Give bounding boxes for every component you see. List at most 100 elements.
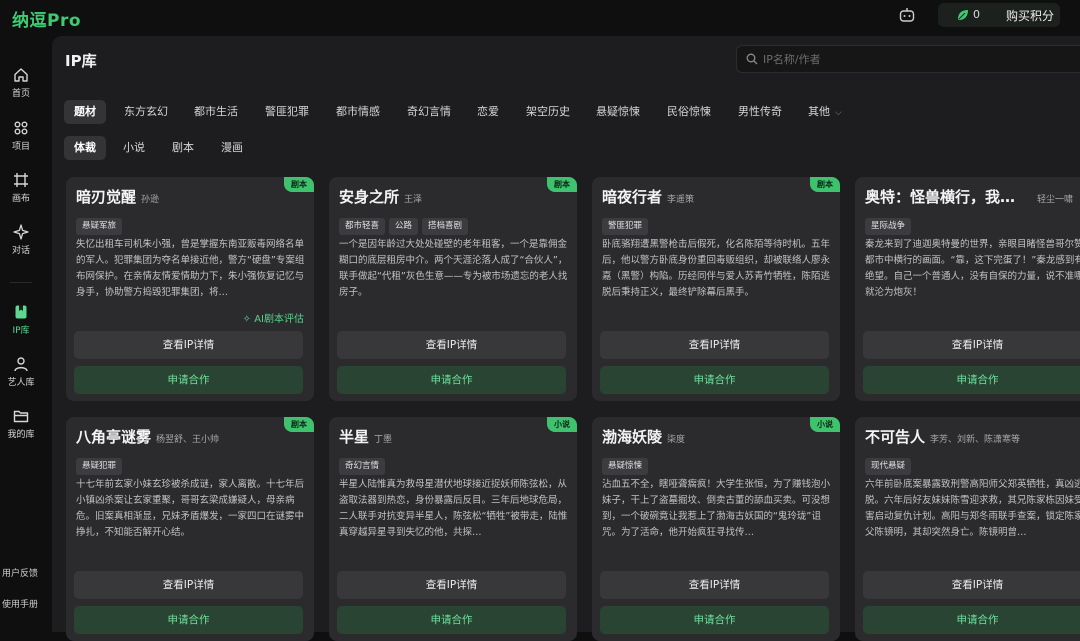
format-badge: 剧本: [284, 417, 314, 432]
robot-icon[interactable]: [898, 6, 916, 24]
ip-author: 孙逊: [141, 195, 160, 205]
folder-icon: [13, 410, 29, 423]
tag-list: 星际战争: [865, 213, 915, 235]
ip-author: 柒度: [667, 435, 686, 445]
ip-title: 渤海妖陵: [602, 428, 663, 446]
ip-card[interactable]: 小说 渤海妖陵 柒度 悬疑惊悚 沾血五不全，瞎哑聋瘸疯！大学生张恒，为了赚钱泡小妹…: [592, 417, 840, 641]
genre-tag: 奇幻言情: [339, 458, 386, 475]
apply-cooperation-button[interactable]: 申请合作: [337, 366, 566, 394]
apply-cooperation-button[interactable]: 申请合作: [863, 366, 1080, 394]
ip-card[interactable]: 不可告人 李芳、刘新、陈潇寒等 现代悬疑 六年前卧底案暴露致刑警高阳师父郑英牺牲，…: [855, 417, 1080, 641]
format-chip-label[interactable]: 体裁: [64, 136, 106, 160]
view-details-button[interactable]: 查看IP详情: [74, 331, 303, 359]
view-details-button[interactable]: 查看IP详情: [74, 571, 303, 599]
genre-tag: 星际战争: [865, 218, 912, 235]
ip-card[interactable]: 剧本 安身之所 王泽 都市轻喜 公路 搭档喜剧 一个是因年龄过大处处碰壁的老年租客，一…: [329, 177, 577, 401]
ip-author: 王泽: [404, 195, 423, 205]
tag-list: 都市轻喜 公路 搭档喜剧: [339, 213, 472, 235]
card-title: 暗刃觉醒 孙逊: [76, 186, 159, 207]
genre-chip[interactable]: 悬疑惊悚: [596, 100, 640, 124]
view-details-button[interactable]: 查看IP详情: [337, 331, 566, 359]
format-badge: 小说: [810, 417, 840, 432]
sidebar-item-label: 对话: [11, 246, 30, 256]
genre-more-dropdown[interactable]: 其他 ⌵: [808, 100, 842, 124]
sidebar-item-label: 画布: [11, 194, 30, 204]
genre-chip[interactable]: 都市生活: [194, 100, 238, 124]
credits-widget[interactable]: 0 购买积分: [938, 3, 1060, 27]
sidebar-item-artist-library[interactable]: 艺人库: [0, 356, 42, 388]
genre-chip[interactable]: 奇幻言情: [407, 100, 451, 124]
sidebar-item-canvas[interactable]: 画布: [0, 172, 42, 204]
ip-card[interactable]: 剧本 暗夜行者 李遥策 警匪犯罪 卧底骆翔遭黑警枪击后假死，化名陈陌等待时机。五年…: [592, 177, 840, 401]
view-details-button[interactable]: 查看IP详情: [863, 331, 1080, 359]
card-title: 暗夜行者 李遥策: [602, 186, 694, 207]
genre-chip-label: 其他: [808, 105, 830, 118]
genre-tag: 公路: [389, 218, 419, 235]
ip-description: 半星人陆惟真为救母星潜伏地球接近捉妖师陈弦松，从盗取法器到热恋，身份暴露后反目。…: [339, 479, 568, 538]
genre-chip-label[interactable]: 题材: [64, 100, 106, 124]
ip-title: 八角亭谜雾: [76, 428, 152, 446]
view-details-button[interactable]: 查看IP详情: [600, 331, 829, 359]
app-logo[interactable]: 纳逗Pro: [12, 6, 81, 31]
genre-chip[interactable]: 恋爱: [477, 100, 499, 124]
ip-card[interactable]: 奥特：怪兽横行，我… 轻尘一啸 星际战争 秦龙来到了迪迦奥特曼的世界，亲眼目睹怪兽…: [855, 177, 1080, 401]
ip-description: 沾血五不全，瞎哑聋瘸疯！大学生张恒，为了赚钱泡小妹子，干上了盗墓掘坟、倒卖古董的…: [602, 479, 831, 538]
ip-author: 轻尘一啸: [1037, 195, 1074, 205]
genre-tag: 悬疑犯罪: [76, 458, 123, 475]
ip-title: 暗夜行者: [602, 188, 663, 206]
search-box[interactable]: [736, 45, 1080, 73]
ip-description: 秦龙来到了迪迦奥特曼的世界，亲眼目睹怪兽哥尔赞于都市中横行的画面。“靠，这下完蛋…: [865, 239, 1080, 298]
tag-list: 奇幻言情: [339, 453, 389, 475]
ip-description: 六年前卧底案暴露致刑警高阳师父郑英牺牲，真凶逃脱。六年后好友妹妹陈雪迎求救，其兄…: [865, 479, 1080, 538]
genre-chip[interactable]: 警匪犯罪: [265, 100, 309, 124]
apply-cooperation-button[interactable]: 申请合作: [337, 606, 566, 634]
manual-link[interactable]: 使用手册: [2, 597, 38, 610]
view-details-button[interactable]: 查看IP详情: [600, 571, 829, 599]
sidebar-item-projects[interactable]: 项目: [0, 120, 42, 152]
genre-tag: 搭档喜剧: [422, 218, 469, 235]
sidebar-item-my-library[interactable]: 我的库: [0, 408, 42, 440]
leaf-icon: [958, 10, 968, 20]
sidebar-item-label: 项目: [11, 142, 30, 152]
ai-evaluate-link[interactable]: ✧ AI剧本评估: [243, 310, 304, 325]
format-chip[interactable]: 小说: [123, 136, 145, 160]
home-icon: [14, 68, 28, 82]
card-title: 半星 丁墨: [339, 426, 392, 447]
ip-card[interactable]: 小说 半星 丁墨 奇幻言情 半星人陆惟真为救母星潜伏地球接近捉妖师陈弦松，从盗取法…: [329, 417, 577, 641]
card-title: 不可告人 李芳、刘新、陈潇寒等: [865, 426, 1020, 447]
search-input[interactable]: [763, 50, 1063, 68]
ip-card[interactable]: 剧本 八角亭谜雾 杨翌舒、王小帅 悬疑犯罪 十七年前玄家小妹玄珍被杀成谜，家人离散…: [66, 417, 314, 641]
genre-chip[interactable]: 东方玄幻: [124, 100, 168, 124]
card-title: 安身之所 王泽: [339, 186, 422, 207]
genre-chip[interactable]: 民俗惊悚: [667, 100, 711, 124]
view-details-button[interactable]: 查看IP详情: [337, 571, 566, 599]
format-badge: 剧本: [810, 177, 840, 192]
view-details-button[interactable]: 查看IP详情: [863, 571, 1080, 599]
apply-cooperation-button[interactable]: 申请合作: [863, 606, 1080, 634]
tag-list: 悬疑惊悚: [602, 453, 652, 475]
genre-chip[interactable]: 架空历史: [526, 100, 570, 124]
ip-author: 李芳、刘新、陈潇寒等: [930, 435, 1021, 445]
genre-tag: 悬疑军旅: [76, 218, 123, 235]
apply-cooperation-button[interactable]: 申请合作: [600, 606, 829, 634]
ip-description: 十七年前玄家小妹玄珍被杀成谜，家人离散。十七年后小镇凶杀案让玄家重聚，哥哥玄梁成…: [76, 479, 305, 538]
sidebar-item-home[interactable]: 首页: [0, 67, 42, 99]
apply-cooperation-button[interactable]: 申请合作: [74, 366, 303, 394]
feedback-link[interactable]: 用户反馈: [2, 566, 38, 579]
bookmark-icon: [15, 305, 27, 319]
format-chip[interactable]: 剧本: [172, 136, 194, 160]
format-chip[interactable]: 漫画: [221, 136, 243, 160]
ip-card[interactable]: 剧本 暗刃觉醒 孙逊 悬疑军旅 失忆出租车司机朱小强，曾是掌握东南亚贩毒网络名单的…: [66, 177, 314, 401]
genre-chip[interactable]: 都市情感: [336, 100, 380, 124]
sidebar-item-chat[interactable]: 对话: [0, 224, 42, 256]
apply-cooperation-button[interactable]: 申请合作: [74, 606, 303, 634]
tag-list: 现代悬疑: [865, 453, 915, 475]
sidebar-item-ip-library[interactable]: IP库: [0, 304, 42, 336]
canvas-icon: [14, 173, 28, 187]
genre-chip[interactable]: 男性传奇: [738, 100, 782, 124]
sidebar-item-label: 艺人库: [7, 378, 35, 388]
genre-tag: 都市轻喜: [339, 218, 386, 235]
ip-author: 杨翌舒、王小帅: [156, 435, 220, 445]
buy-credits-button[interactable]: 购买积分: [1006, 7, 1054, 24]
apply-cooperation-button[interactable]: 申请合作: [600, 366, 829, 394]
